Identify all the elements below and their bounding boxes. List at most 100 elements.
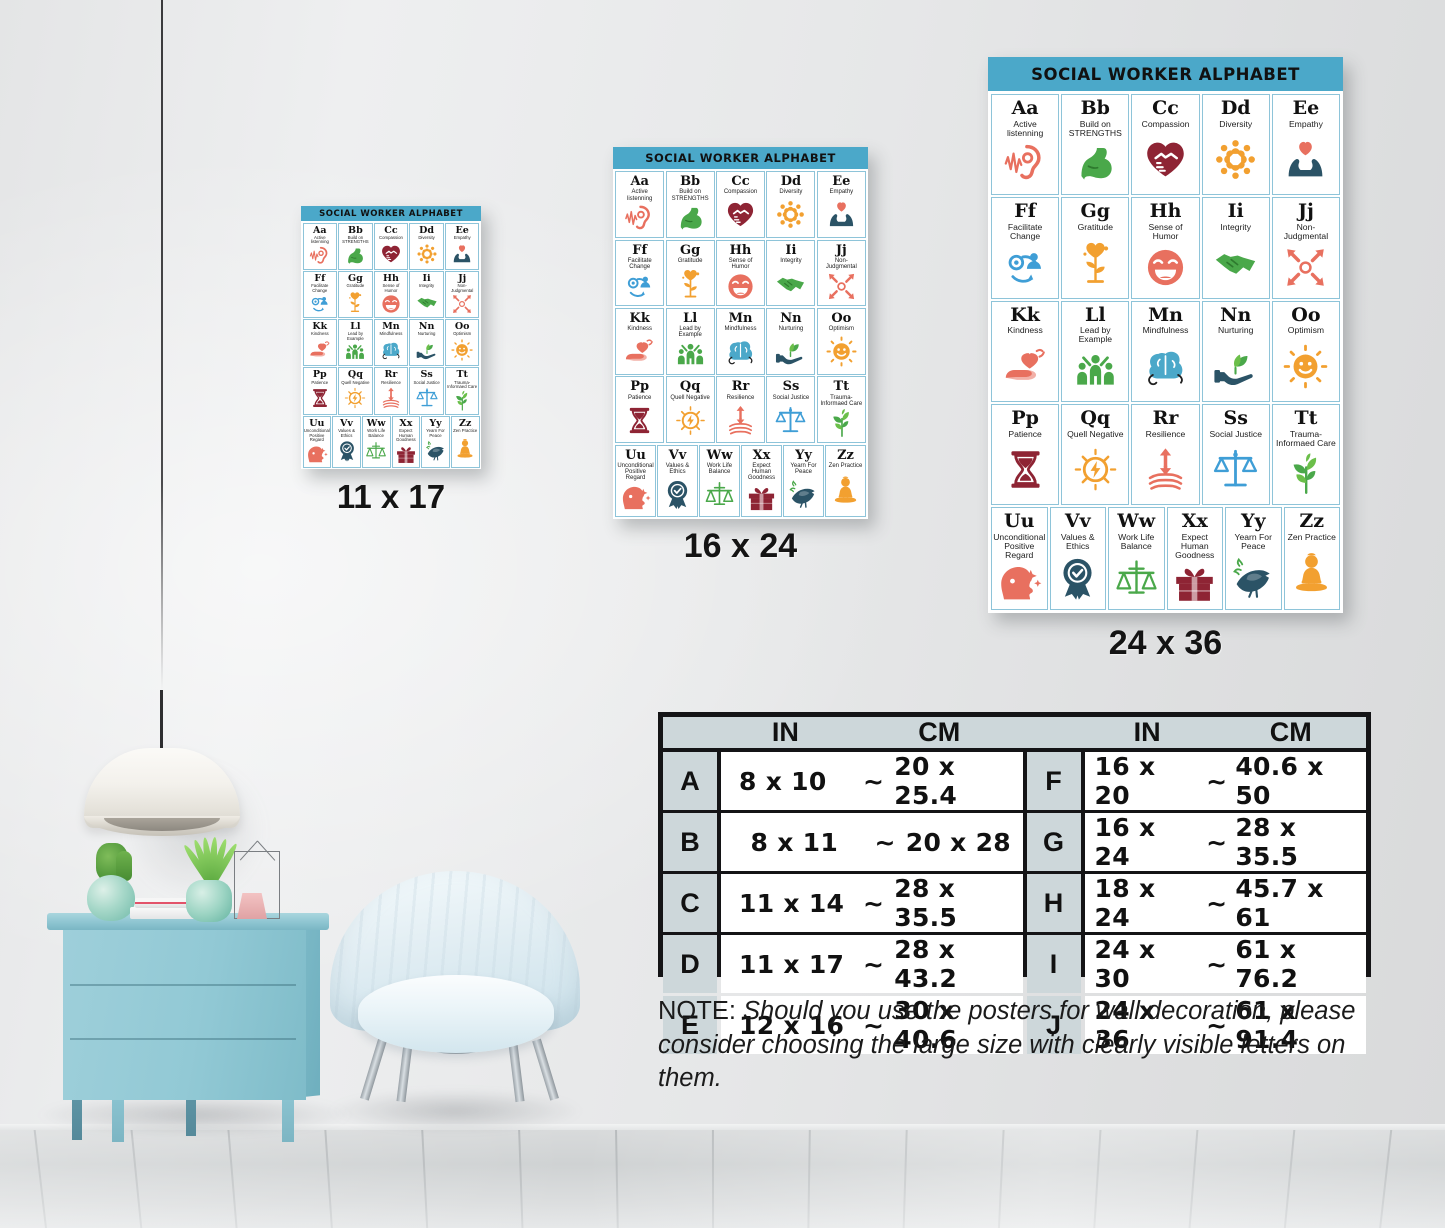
alphabet-cell-pp[interactable]: Pp Patience <box>615 376 665 444</box>
alphabet-cell-cc[interactable]: Cc Compassion <box>1131 94 1200 196</box>
alphabet-cell-ee[interactable]: Ee Empathy <box>444 222 480 270</box>
alphabet-cell-ww[interactable]: Ww Work Life Balance <box>699 444 740 517</box>
alphabet-cell-bb[interactable]: Bb Build on STRENGTHS <box>1061 94 1130 196</box>
row-size-left: 8 x 11 ~ 20 x 28 <box>721 813 1023 871</box>
alphabet-cell-kk[interactable]: Kk Kindness <box>991 300 1060 403</box>
alphabet-cell-vv[interactable]: Vv Values & Ethics <box>1049 507 1106 611</box>
alphabet-cell-zz[interactable]: Zz Zen Practice <box>450 415 480 468</box>
alphabet-cell-uu[interactable]: Uu Unconditional Positive Regard <box>615 444 656 517</box>
alphabet-cell-tt[interactable]: Tt Trauma-Informaed Care <box>816 376 866 444</box>
alphabet-cell-ii[interactable]: Ii Integrity <box>409 270 444 319</box>
alphabet-cell-aa[interactable]: Aa Active listenning <box>991 94 1060 196</box>
alphabet-cell-ss[interactable]: Ss Social Justice <box>409 367 444 415</box>
alphabet-row: Ff Facilitate Change Gg Gratitude Hh Sen… <box>302 270 480 319</box>
alphabet-cell-ff[interactable]: Ff Facilitate Change <box>302 270 338 319</box>
alphabet-cell-ss[interactable]: Ss Social Justice <box>1201 404 1270 506</box>
alphabet-cell-vv[interactable]: Vv Values & Ethics <box>657 444 698 517</box>
alphabet-cell-xx[interactable]: Xx Expect Human Goodness <box>741 444 782 517</box>
alphabet-cell-mn[interactable]: Mn Mindfulness <box>716 307 765 375</box>
alphabet-cell-oo[interactable]: Oo Optimism <box>1271 300 1341 403</box>
alphabet-cell-ll[interactable]: Ll Lead by Example <box>665 307 715 375</box>
alphabet-term: Yearn For Peace <box>426 428 445 438</box>
alphabet-cell-dd[interactable]: Dd Diversity <box>1201 94 1270 196</box>
alphabet-cell-rr[interactable]: Rr Resilience <box>716 376 765 444</box>
alphabet-cell-yy[interactable]: Yy Yearn For Peace <box>1225 507 1282 611</box>
alphabet-cell-vv[interactable]: Vv Values & Ethics <box>332 415 361 468</box>
alphabet-cell-hh[interactable]: Hh Sense of Humor <box>373 270 409 319</box>
alphabet-cell-kk[interactable]: Kk Kindness <box>302 319 338 367</box>
alphabet-cell-oo[interactable]: Oo Optimism <box>444 319 480 367</box>
alphabet-cell-dd[interactable]: Dd Diversity <box>766 171 816 239</box>
alphabet-letter: Rr <box>1152 407 1179 430</box>
alphabet-cell-aa[interactable]: Aa Active listenning <box>302 222 338 270</box>
alphabet-cell-ll[interactable]: Ll Lead by Example <box>338 319 373 367</box>
alphabet-cell-mn[interactable]: Mn Mindfulness <box>373 319 409 367</box>
alphabet-cell-ll[interactable]: Ll Lead by Example <box>1061 300 1130 403</box>
alphabet-cell-hh[interactable]: Hh Sense of Humor <box>1131 197 1200 299</box>
alphabet-letter: Gg <box>348 272 363 284</box>
alphabet-cell-tt[interactable]: Tt Trauma-Informaed Care <box>444 367 480 415</box>
alphabet-cell-hh[interactable]: Hh Sense of Humor <box>716 239 765 307</box>
alphabet-cell-ff[interactable]: Ff Facilitate Change <box>991 197 1060 299</box>
alphabet-cell-qq[interactable]: Qq Quell Negative <box>1061 404 1130 506</box>
alphabet-cell-zz[interactable]: Zz Zen Practice <box>1283 507 1340 611</box>
alphabet-cell-nn[interactable]: Nn Nurturing <box>1201 300 1270 403</box>
alphabet-cell-nn[interactable]: Nn Nurturing <box>766 307 816 375</box>
alphabet-cell-jj[interactable]: Jj Non-Judgmental <box>816 239 866 307</box>
alphabet-cell-mn[interactable]: Mn Mindfulness <box>1131 300 1200 403</box>
alphabet-term: Build on STRENGTHS <box>1068 118 1122 138</box>
alphabet-cell-yy[interactable]: Yy Yearn For Peace <box>421 415 450 468</box>
alphabet-cell-nn[interactable]: Nn Nurturing <box>409 319 444 367</box>
alphabet-cell-kk[interactable]: Kk Kindness <box>615 307 665 375</box>
alphabet-cell-xx[interactable]: Xx Expect Human Goodness <box>1166 507 1223 611</box>
alphabet-cell-rr[interactable]: Rr Resilience <box>373 367 409 415</box>
alphabet-letter: Ff <box>314 272 326 284</box>
alphabet-cell-jj[interactable]: Jj Non-Judgmental <box>444 270 480 319</box>
alphabet-cell-cc[interactable]: Cc Compassion <box>716 171 765 239</box>
alphabet-cell-gg[interactable]: Gg Gratitude <box>1061 197 1130 299</box>
alphabet-letter: Uu <box>625 447 646 463</box>
alphabet-cell-zz[interactable]: Zz Zen Practice <box>825 444 866 517</box>
alphabet-cell-qq[interactable]: Qq Quell Negative <box>665 376 715 444</box>
alphabet-cell-ss[interactable]: Ss Social Justice <box>766 376 816 444</box>
poster-frame-small[interactable]: SOCIAL WORKER ALPHABET Aa Active listenn… <box>301 206 481 469</box>
head-sparkle-icon <box>305 443 330 465</box>
alphabet-term: Work Life Balance <box>706 462 733 476</box>
alphabet-cell-xx[interactable]: Xx Expect Human Goodness <box>391 415 421 468</box>
alphabet-letter: Nn <box>1220 303 1252 326</box>
alphabet-term: Facilitate Change <box>1007 221 1043 241</box>
alphabet-cell-uu[interactable]: Uu Unconditional Positive Regard <box>991 507 1048 611</box>
ceramic-planter-pot <box>186 880 232 922</box>
poster-frame-medium[interactable]: SOCIAL WORKER ALPHABET Aa Active listenn… <box>613 147 868 519</box>
alphabet-cell-ww[interactable]: Ww Work Life Balance <box>361 415 391 468</box>
alphabet-cell-ww[interactable]: Ww Work Life Balance <box>1108 507 1165 611</box>
alphabet-cell-rr[interactable]: Rr Resilience <box>1131 404 1200 506</box>
alphabet-cell-bb[interactable]: Bb Build on STRENGTHS <box>665 171 715 239</box>
alphabet-cell-jj[interactable]: Jj Non-Judgmental <box>1271 197 1341 299</box>
alphabet-cell-yy[interactable]: Yy Yearn For Peace <box>783 444 824 517</box>
alphabet-term: Integrity <box>1220 221 1251 232</box>
alphabet-cell-ii[interactable]: Ii Integrity <box>766 239 816 307</box>
header-in-left: IN <box>771 717 799 747</box>
alphabet-cell-tt[interactable]: Tt Trauma-Informaed Care <box>1271 404 1341 506</box>
alphabet-cell-uu[interactable]: Uu Unconditional Positive Regard <box>302 415 332 468</box>
alphabet-letter: Yy <box>429 417 442 429</box>
alphabet-cell-bb[interactable]: Bb Build on STRENGTHS <box>338 222 373 270</box>
alphabet-cell-ee[interactable]: Ee Empathy <box>816 171 866 239</box>
alphabet-letter: Ee <box>455 224 469 236</box>
alphabet-letter: Pp <box>312 369 327 381</box>
alphabet-cell-ii[interactable]: Ii Integrity <box>1201 197 1270 299</box>
alphabet-cell-oo[interactable]: Oo Optimism <box>816 307 866 375</box>
alphabet-cell-cc[interactable]: Cc Compassion <box>373 222 409 270</box>
alphabet-cell-gg[interactable]: Gg Gratitude <box>665 239 715 307</box>
alphabet-cell-aa[interactable]: Aa Active listenning <box>615 171 665 239</box>
alphabet-cell-gg[interactable]: Gg Gratitude <box>338 270 373 319</box>
alphabet-cell-qq[interactable]: Qq Quell Negative <box>338 367 373 415</box>
poster-frame-inner: SOCIAL WORKER ALPHABET Aa Active listenn… <box>613 147 868 519</box>
alphabet-cell-dd[interactable]: Dd Diversity <box>409 222 444 270</box>
alphabet-cell-ff[interactable]: Ff Facilitate Change <box>615 239 665 307</box>
alphabet-cell-pp[interactable]: Pp Patience <box>302 367 338 415</box>
poster-frame-large[interactable]: SOCIAL WORKER ALPHABET Aa Active listenn… <box>988 57 1343 613</box>
alphabet-cell-ee[interactable]: Ee Empathy <box>1271 94 1341 196</box>
alphabet-cell-pp[interactable]: Pp Patience <box>991 404 1060 506</box>
